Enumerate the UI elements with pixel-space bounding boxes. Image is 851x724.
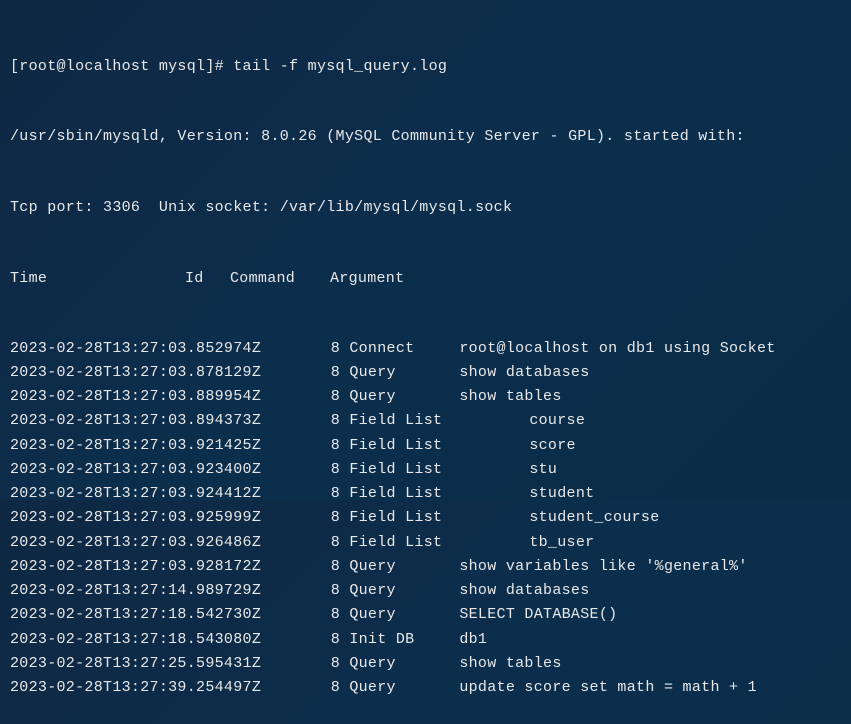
- log-time: 2023-02-28T13:27:03.852974Z: [10, 337, 260, 360]
- log-time: 2023-02-28T13:27:03.924412Z: [10, 482, 260, 505]
- log-command: Field List: [349, 482, 529, 505]
- log-command: Field List: [349, 531, 529, 554]
- log-command: Query: [349, 652, 459, 675]
- log-argument: show tables: [459, 385, 841, 408]
- log-argument: show tables: [459, 652, 841, 675]
- log-argument: root@localhost on db1 using Socket: [459, 337, 841, 360]
- log-id: 8: [260, 531, 340, 554]
- log-row: 2023-02-28T13:27:25.595431Z8 Queryshow t…: [10, 652, 841, 675]
- log-id: 8: [260, 434, 340, 457]
- log-time: 2023-02-28T13:27:39.254497Z: [10, 676, 260, 699]
- log-command: Query: [349, 676, 459, 699]
- log-row: 2023-02-28T13:27:03.894373Z8 Field Listc…: [10, 409, 841, 432]
- log-command: Field List: [349, 409, 529, 432]
- header-id: Id: [185, 267, 230, 290]
- log-row: 2023-02-28T13:27:03.878129Z8 Queryshow d…: [10, 361, 841, 384]
- log-id: 8: [260, 579, 340, 602]
- log-row: 2023-02-28T13:27:03.926486Z8 Field Listt…: [10, 531, 841, 554]
- log-id: 8: [260, 555, 340, 578]
- mysql-version-line: /usr/sbin/mysqld, Version: 8.0.26 (MySQL…: [10, 125, 841, 148]
- log-row: 2023-02-28T13:27:18.543080Z8 Init DBdb1: [10, 628, 841, 651]
- log-body: 2023-02-28T13:27:03.852974Z8 Connectroot…: [10, 337, 841, 700]
- log-command: Field List: [349, 458, 529, 481]
- log-time: 2023-02-28T13:27:03.921425Z: [10, 434, 260, 457]
- log-argument: tb_user: [529, 531, 841, 554]
- log-time: 2023-02-28T13:27:18.543080Z: [10, 628, 260, 651]
- header-command: Command: [230, 267, 330, 290]
- log-command: Query: [349, 579, 459, 602]
- log-command: Query: [349, 603, 459, 626]
- log-time: 2023-02-28T13:27:18.542730Z: [10, 603, 260, 626]
- log-argument: show databases: [459, 361, 841, 384]
- terminal-output: [root@localhost mysql]# tail -f mysql_qu…: [10, 8, 841, 724]
- log-argument: student_course: [529, 506, 841, 529]
- log-id: 8: [260, 337, 340, 360]
- log-argument: show databases: [459, 579, 841, 602]
- log-id: 8: [260, 506, 340, 529]
- log-id: 8: [260, 458, 340, 481]
- log-argument: score: [529, 434, 841, 457]
- log-argument: student: [529, 482, 841, 505]
- log-time: 2023-02-28T13:27:25.595431Z: [10, 652, 260, 675]
- log-command: Field List: [349, 506, 529, 529]
- log-row: 2023-02-28T13:27:03.923400Z8 Field Lists…: [10, 458, 841, 481]
- log-header-row: TimeIdCommandArgument: [10, 267, 841, 290]
- log-time: 2023-02-28T13:27:03.925999Z: [10, 506, 260, 529]
- log-row: 2023-02-28T13:27:14.989729Z8 Queryshow d…: [10, 579, 841, 602]
- log-row: 2023-02-28T13:27:39.254497Z8 Queryupdate…: [10, 676, 841, 699]
- log-row: 2023-02-28T13:27:03.924412Z8 Field Lists…: [10, 482, 841, 505]
- log-command: Connect: [349, 337, 459, 360]
- log-time: 2023-02-28T13:27:03.926486Z: [10, 531, 260, 554]
- log-row: 2023-02-28T13:27:03.921425Z8 Field Lists…: [10, 434, 841, 457]
- log-command: Query: [349, 385, 459, 408]
- shell-prompt: [root@localhost mysql]# tail -f mysql_qu…: [10, 55, 841, 78]
- log-command: Query: [349, 361, 459, 384]
- log-id: 8: [260, 385, 340, 408]
- log-command: Field List: [349, 434, 529, 457]
- log-time: 2023-02-28T13:27:03.889954Z: [10, 385, 260, 408]
- log-id: 8: [260, 482, 340, 505]
- log-row: 2023-02-28T13:27:03.852974Z8 Connectroot…: [10, 337, 841, 360]
- log-argument: db1: [459, 628, 841, 651]
- mysql-socket-line: Tcp port: 3306 Unix socket: /var/lib/mys…: [10, 196, 841, 219]
- log-time: 2023-02-28T13:27:14.989729Z: [10, 579, 260, 602]
- log-argument: update score set math = math + 1: [459, 676, 841, 699]
- header-time: Time: [10, 267, 185, 290]
- log-row: 2023-02-28T13:27:03.925999Z8 Field Lists…: [10, 506, 841, 529]
- log-row: 2023-02-28T13:27:03.889954Z8 Queryshow t…: [10, 385, 841, 408]
- header-argument: Argument: [330, 267, 841, 290]
- log-row: 2023-02-28T13:27:18.542730Z8 QuerySELECT…: [10, 603, 841, 626]
- log-argument: SELECT DATABASE(): [459, 603, 841, 626]
- log-argument: show variables like '%general%': [459, 555, 841, 578]
- log-command: Query: [349, 555, 459, 578]
- log-id: 8: [260, 628, 340, 651]
- log-command: Init DB: [349, 628, 459, 651]
- log-id: 8: [260, 603, 340, 626]
- log-argument: course: [529, 409, 841, 432]
- log-time: 2023-02-28T13:27:03.878129Z: [10, 361, 260, 384]
- log-id: 8: [260, 676, 340, 699]
- log-id: 8: [260, 409, 340, 432]
- log-time: 2023-02-28T13:27:03.928172Z: [10, 555, 260, 578]
- log-argument: stu: [529, 458, 841, 481]
- log-time: 2023-02-28T13:27:03.923400Z: [10, 458, 260, 481]
- log-id: 8: [260, 652, 340, 675]
- log-time: 2023-02-28T13:27:03.894373Z: [10, 409, 260, 432]
- log-id: 8: [260, 361, 340, 384]
- log-row: 2023-02-28T13:27:03.928172Z8 Queryshow v…: [10, 555, 841, 578]
